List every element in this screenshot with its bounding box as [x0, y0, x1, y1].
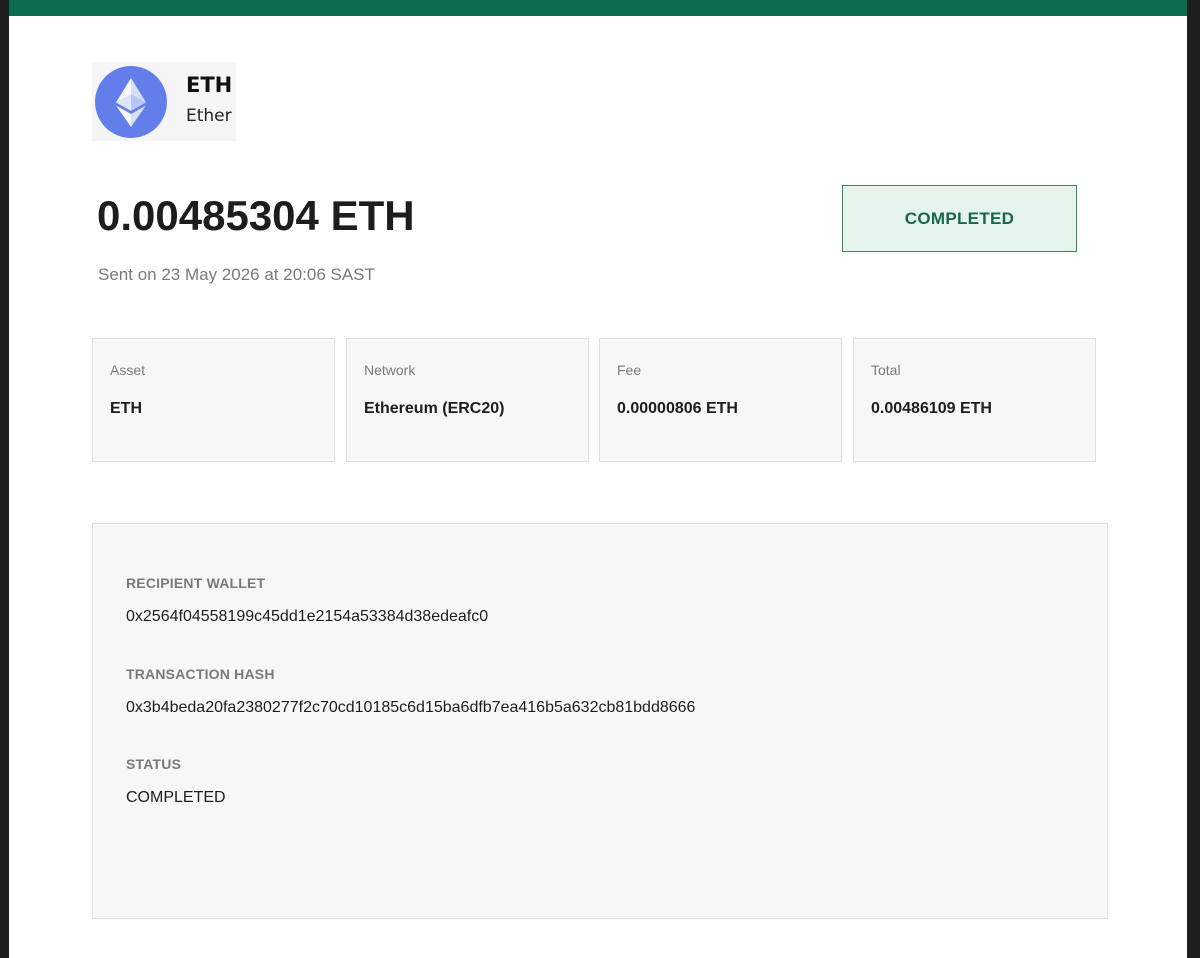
- ethereum-logo-icon: [95, 66, 167, 138]
- summary-card-value: 0.00486109 ETH: [871, 400, 992, 417]
- sent-timestamp: Sent on 23 May 2026 at 20:06 SAST: [98, 265, 375, 284]
- asset-symbol: ETH: [186, 73, 233, 97]
- summary-card-label: Fee: [617, 362, 642, 378]
- summary-card-value: 0.00000806 ETH: [617, 400, 738, 417]
- recipient-wallet-label: RECIPIENT WALLET: [126, 575, 266, 591]
- transaction-receipt-page: ETH Ether 0.00485304 ETH Sent on 23 May …: [9, 0, 1187, 958]
- summary-card-value: ETH: [110, 400, 142, 417]
- transaction-amount: 0.00485304 ETH: [97, 192, 415, 239]
- transaction-details-panel: RECIPIENT WALLET 0x2564f04558199c45dd1e2…: [92, 523, 1108, 919]
- summary-card-label: Total: [871, 362, 901, 378]
- asset-badge: ETH Ether: [92, 62, 236, 141]
- asset-name: Ether: [186, 106, 232, 126]
- summary-card-label: Asset: [110, 362, 146, 378]
- summary-card-value: Ethereum (ERC20): [364, 400, 505, 417]
- status-label: STATUS: [126, 756, 182, 772]
- top-accent-bar: [9, 0, 1187, 16]
- summary-card-label: Network: [364, 362, 416, 378]
- summary-card-network: Network Ethereum (ERC20): [346, 338, 589, 462]
- summary-card-asset: Asset ETH: [92, 338, 335, 462]
- status-value: COMPLETED: [126, 789, 226, 806]
- transaction-hash-value[interactable]: 0x3b4beda20fa2380277f2c70cd10185c6d15ba6…: [126, 699, 695, 717]
- status-badge: COMPLETED: [842, 185, 1077, 252]
- summary-card-fee: Fee 0.00000806 ETH: [599, 338, 842, 462]
- summary-card-total: Total 0.00486109 ETH: [853, 338, 1096, 462]
- transaction-hash-label: TRANSACTION HASH: [126, 666, 275, 682]
- recipient-wallet-address[interactable]: 0x2564f04558199c45dd1e2154a53384d38edeaf…: [126, 608, 488, 626]
